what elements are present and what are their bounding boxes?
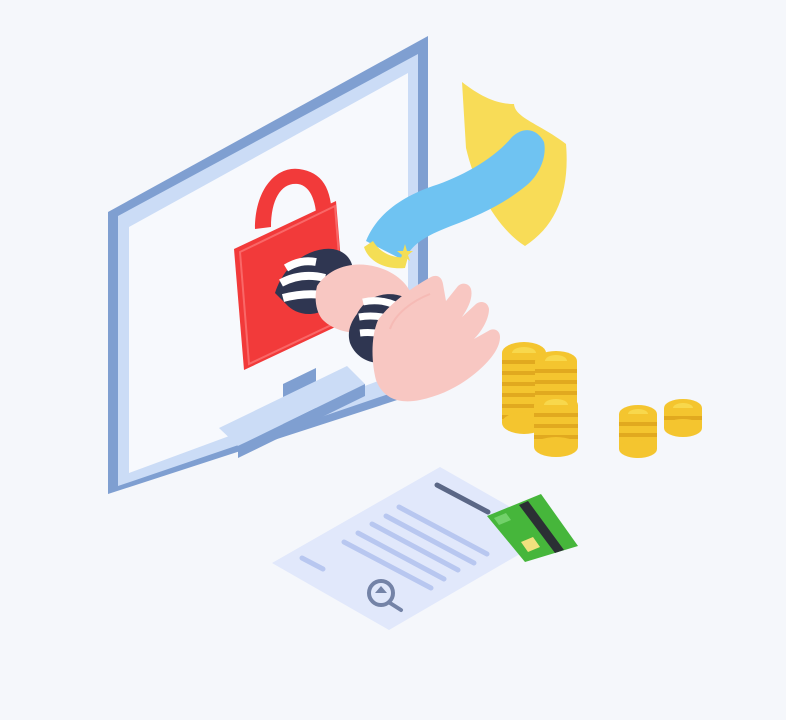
coin-stack-small-right [664,399,702,437]
coin-stack-small-left [619,405,657,458]
coin-stack-icon [502,342,702,458]
illustration-scene [0,0,786,720]
document-icon [272,467,556,630]
scene-svg [108,36,702,630]
coin-stack-front [534,395,578,457]
